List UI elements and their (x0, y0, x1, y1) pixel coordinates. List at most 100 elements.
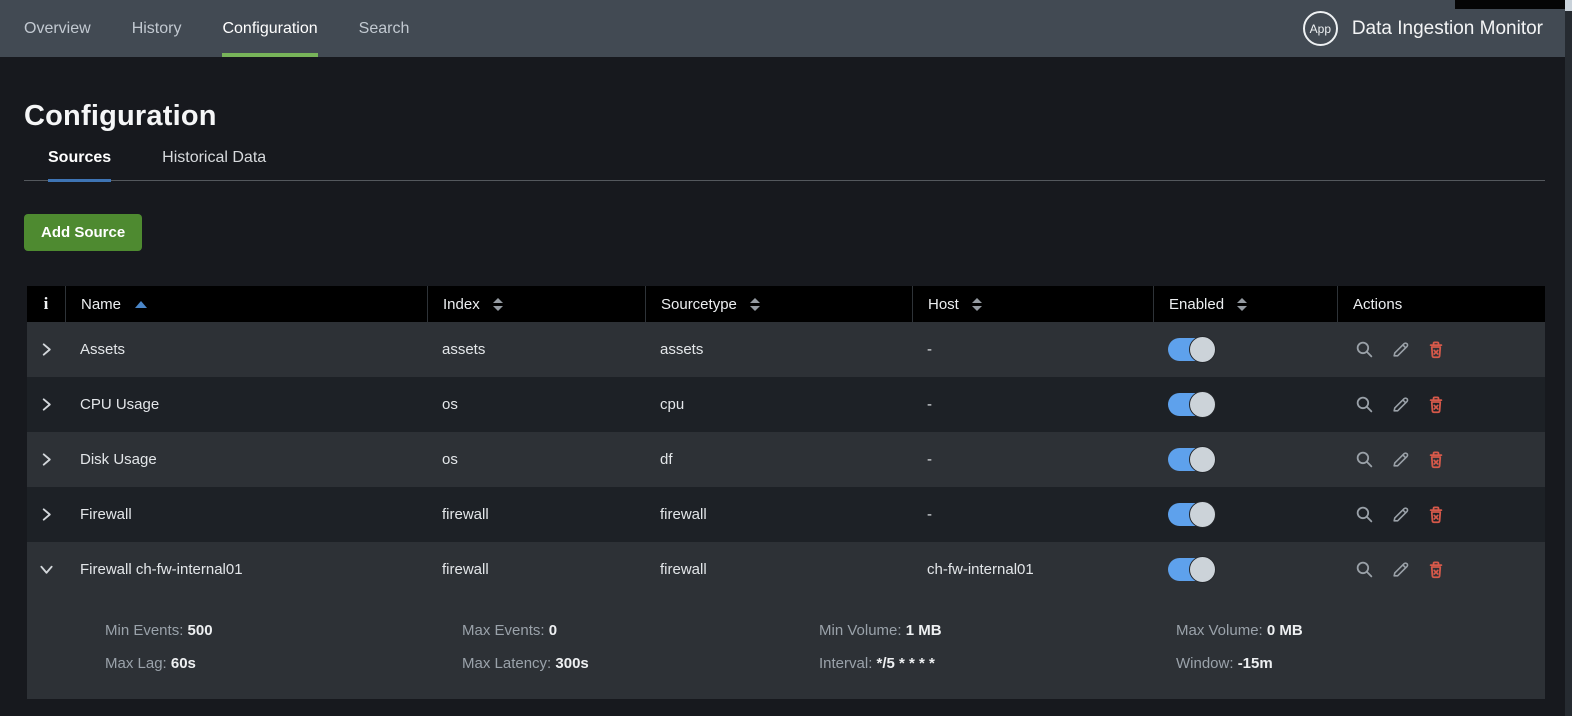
enabled-toggle[interactable] (1168, 556, 1216, 583)
top-nav-items: Overview History Configuration Search (0, 0, 450, 57)
detail-value: 500 (187, 622, 213, 639)
column-header-host[interactable]: Host (912, 286, 1153, 322)
column-header-enabled[interactable]: Enabled (1153, 286, 1337, 322)
detail-value: 1 MB (905, 622, 942, 639)
delete-action-button[interactable] (1427, 395, 1445, 414)
search-action-button[interactable] (1355, 340, 1374, 359)
edit-action-button[interactable] (1391, 560, 1410, 579)
column-label: Name (81, 295, 122, 313)
sort-icon (1237, 297, 1248, 311)
cell-host: ch-fw-internal01 (927, 561, 1034, 578)
sort-up-arrow (492, 297, 503, 303)
enabled-toggle[interactable] (1168, 391, 1216, 418)
edit-action-button[interactable] (1391, 450, 1410, 469)
edit-icon (1391, 450, 1410, 469)
sort-down-arrow (492, 305, 503, 311)
edit-action-button[interactable] (1391, 395, 1410, 414)
cell-actions (1337, 340, 1545, 359)
cell-sourcetype: cpu (660, 396, 685, 413)
chevron-right-icon (39, 397, 54, 412)
expand-toggle[interactable] (27, 342, 65, 357)
nav-item-configuration[interactable]: Configuration (222, 0, 318, 57)
cell-name: CPU Usage (80, 396, 160, 413)
cell-enabled (1153, 446, 1337, 473)
search-action-button[interactable] (1355, 505, 1374, 524)
nav-item-search[interactable]: Search (359, 0, 410, 57)
cell-sourcetype: firewall (660, 561, 707, 578)
detail-item: Min Volume: 1 MB (819, 622, 1176, 639)
add-source-button[interactable]: Add Source (24, 214, 143, 251)
detail-item: Interval: */5 * * * * (819, 655, 1176, 672)
detail-item: Window: -15m (1176, 655, 1533, 672)
top-right-strip (1455, 0, 1565, 9)
scrollbar[interactable] (1565, 0, 1572, 716)
tab-historical-data[interactable]: Historical Data (162, 149, 266, 180)
search-action-button[interactable] (1355, 560, 1374, 579)
column-header-name[interactable]: Name (65, 286, 427, 322)
table-row: CPU Usage os cpu - (27, 377, 1545, 432)
detail-label: Min Events: (105, 622, 188, 639)
search-action-button[interactable] (1355, 450, 1374, 469)
sort-down-arrow (1237, 305, 1248, 311)
enabled-toggle[interactable] (1168, 501, 1216, 528)
delete-icon (1427, 450, 1445, 469)
cell-host: - (927, 341, 932, 358)
sort-icon (971, 297, 982, 311)
cell-sourcetype: firewall (660, 506, 707, 523)
tab-sources[interactable]: Sources (48, 149, 112, 182)
cell-name: Disk Usage (80, 451, 157, 468)
chevron-right-icon (39, 452, 54, 467)
delete-action-button[interactable] (1427, 450, 1445, 469)
cell-enabled (1153, 501, 1337, 528)
search-action-button[interactable] (1355, 395, 1374, 414)
toggle-knob (1189, 556, 1216, 583)
cell-name: Firewall ch-fw-internal01 (80, 561, 243, 578)
edit-icon (1391, 560, 1410, 579)
column-header-actions: Actions (1337, 286, 1545, 322)
delete-action-button[interactable] (1427, 505, 1445, 524)
edit-icon (1391, 505, 1410, 524)
delete-icon (1427, 560, 1445, 579)
cell-index: firewall (442, 561, 489, 578)
column-header-index[interactable]: Index (427, 286, 645, 322)
expand-toggle[interactable] (27, 562, 65, 577)
chevron-down-icon (39, 562, 54, 577)
cell-sourcetype: df (660, 451, 673, 468)
detail-value: 300s (555, 655, 589, 672)
table-row: Assets assets assets - (27, 322, 1545, 377)
column-label: Sourcetype (661, 295, 737, 313)
expand-toggle[interactable] (27, 397, 65, 412)
edit-action-button[interactable] (1391, 340, 1410, 359)
column-header-sourcetype[interactable]: Sourcetype (645, 286, 912, 322)
nav-item-history[interactable]: History (132, 0, 182, 57)
detail-label: Interval: (819, 655, 877, 672)
main-content: Configuration Sources Historical Data Add… (0, 57, 1565, 699)
cell-actions (1337, 560, 1545, 579)
enabled-toggle[interactable] (1168, 446, 1216, 473)
column-header-info: i (27, 286, 65, 322)
edit-icon (1391, 340, 1410, 359)
detail-label: Max Volume: (1176, 622, 1267, 639)
delete-action-button[interactable] (1427, 560, 1445, 579)
detail-label: Window: (1176, 655, 1238, 672)
cell-actions (1337, 505, 1545, 524)
cell-actions (1337, 450, 1545, 469)
enabled-toggle[interactable] (1168, 336, 1216, 363)
cell-index: assets (442, 341, 486, 358)
sort-ascending-icon (135, 300, 148, 308)
edit-icon (1391, 395, 1410, 414)
expand-toggle[interactable] (27, 452, 65, 467)
detail-label: Max Events: (462, 622, 549, 639)
nav-item-overview[interactable]: Overview (24, 0, 91, 57)
search-icon (1355, 395, 1374, 414)
cell-index: os (442, 396, 458, 413)
delete-action-button[interactable] (1427, 340, 1445, 359)
expanded-details-panel: Min Events: 500 Max Events: 0 Min Volume: … (27, 597, 1545, 699)
expand-toggle[interactable] (27, 507, 65, 522)
toggle-knob (1189, 446, 1216, 473)
delete-icon (1427, 395, 1445, 414)
edit-action-button[interactable] (1391, 505, 1410, 524)
search-icon (1355, 505, 1374, 524)
detail-item: Max Lag: 60s (105, 655, 462, 672)
scrollbar-thumb[interactable] (1565, 0, 1572, 11)
